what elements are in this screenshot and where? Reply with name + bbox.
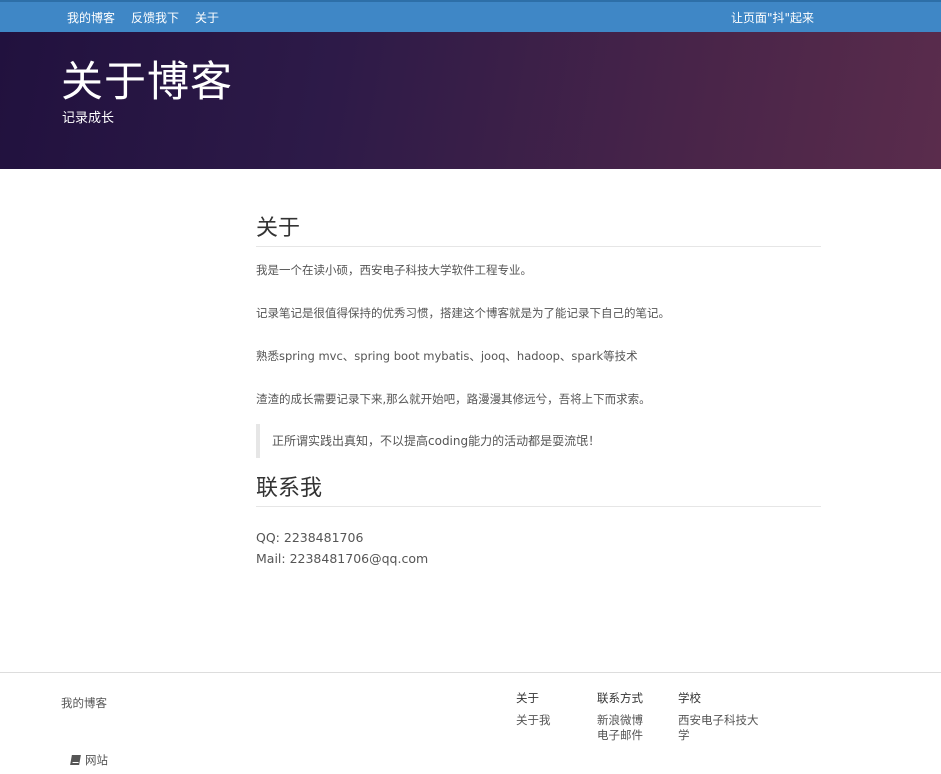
about-paragraph: 渣渣的成长需要记录下来,那么就开始吧，路漫漫其修远兮，吾将上下而求索。 bbox=[256, 392, 651, 406]
footer-column-heading: 学校 bbox=[678, 691, 701, 705]
page-title: 关于博客 bbox=[61, 57, 234, 106]
about-paragraph: 记录笔记是很值得保持的优秀习惯，搭建这个博客就是为了能记录下自己的笔记。 bbox=[256, 306, 670, 320]
footer-link-weibo[interactable]: 新浪微博 bbox=[597, 713, 643, 728]
nav-link-about[interactable]: 关于 bbox=[195, 10, 219, 26]
about-paragraph: 我是一个在读小硕，西安电子科技大学软件工程专业。 bbox=[256, 263, 532, 277]
shake-page-link[interactable]: 让页面"抖"起来 bbox=[731, 10, 814, 26]
contact-qq: QQ: 2238481706 bbox=[256, 530, 364, 545]
page-footer: 我的博客 关于 关于我 联系方式 新浪微博 电子邮件 学校 西安电子科技大学 网… bbox=[0, 672, 941, 774]
footer-link-email[interactable]: 电子邮件 bbox=[597, 728, 643, 743]
book-icon bbox=[70, 755, 81, 765]
footer-site-link[interactable]: 网站 bbox=[70, 752, 108, 768]
main-content: 关于 我是一个在读小硕，西安电子科技大学软件工程专业。 记录笔记是很值得保持的优… bbox=[256, 169, 821, 569]
about-blockquote: 正所谓实践出真知，不以提高coding能力的活动都是耍流氓！ bbox=[256, 424, 821, 458]
footer-brand[interactable]: 我的博客 bbox=[61, 695, 107, 711]
footer-column-school: 学校 西安电子科技大学 bbox=[678, 691, 768, 743]
contact-heading: 联系我 bbox=[256, 474, 821, 507]
footer-link-about-me[interactable]: 关于我 bbox=[516, 713, 551, 728]
footer-column-heading: 关于 bbox=[516, 691, 539, 705]
nav-link-feedback[interactable]: 反馈我下 bbox=[131, 10, 179, 26]
contact-mail: Mail: 2238481706@qq.com bbox=[256, 551, 429, 566]
top-navbar: 我的博客 反馈我下 关于 让页面"抖"起来 bbox=[0, 0, 941, 32]
footer-site-label: 网站 bbox=[85, 753, 108, 767]
footer-link-xidian[interactable]: 西安电子科技大学 bbox=[678, 713, 768, 743]
footer-column-about: 关于 关于我 bbox=[516, 691, 551, 728]
footer-column-contact: 联系方式 新浪微博 电子邮件 bbox=[597, 691, 643, 743]
footer-column-heading: 联系方式 bbox=[597, 691, 643, 705]
nav-link-my-blog[interactable]: 我的博客 bbox=[67, 10, 115, 26]
page-header: 关于博客 记录成长 bbox=[0, 32, 941, 169]
about-paragraph: 熟悉spring mvc、spring boot mybatis、jooq、ha… bbox=[256, 349, 638, 363]
about-heading: 关于 bbox=[256, 214, 821, 247]
nav-links: 我的博客 反馈我下 关于 bbox=[67, 10, 235, 26]
page-subtitle: 记录成长 bbox=[62, 111, 115, 126]
